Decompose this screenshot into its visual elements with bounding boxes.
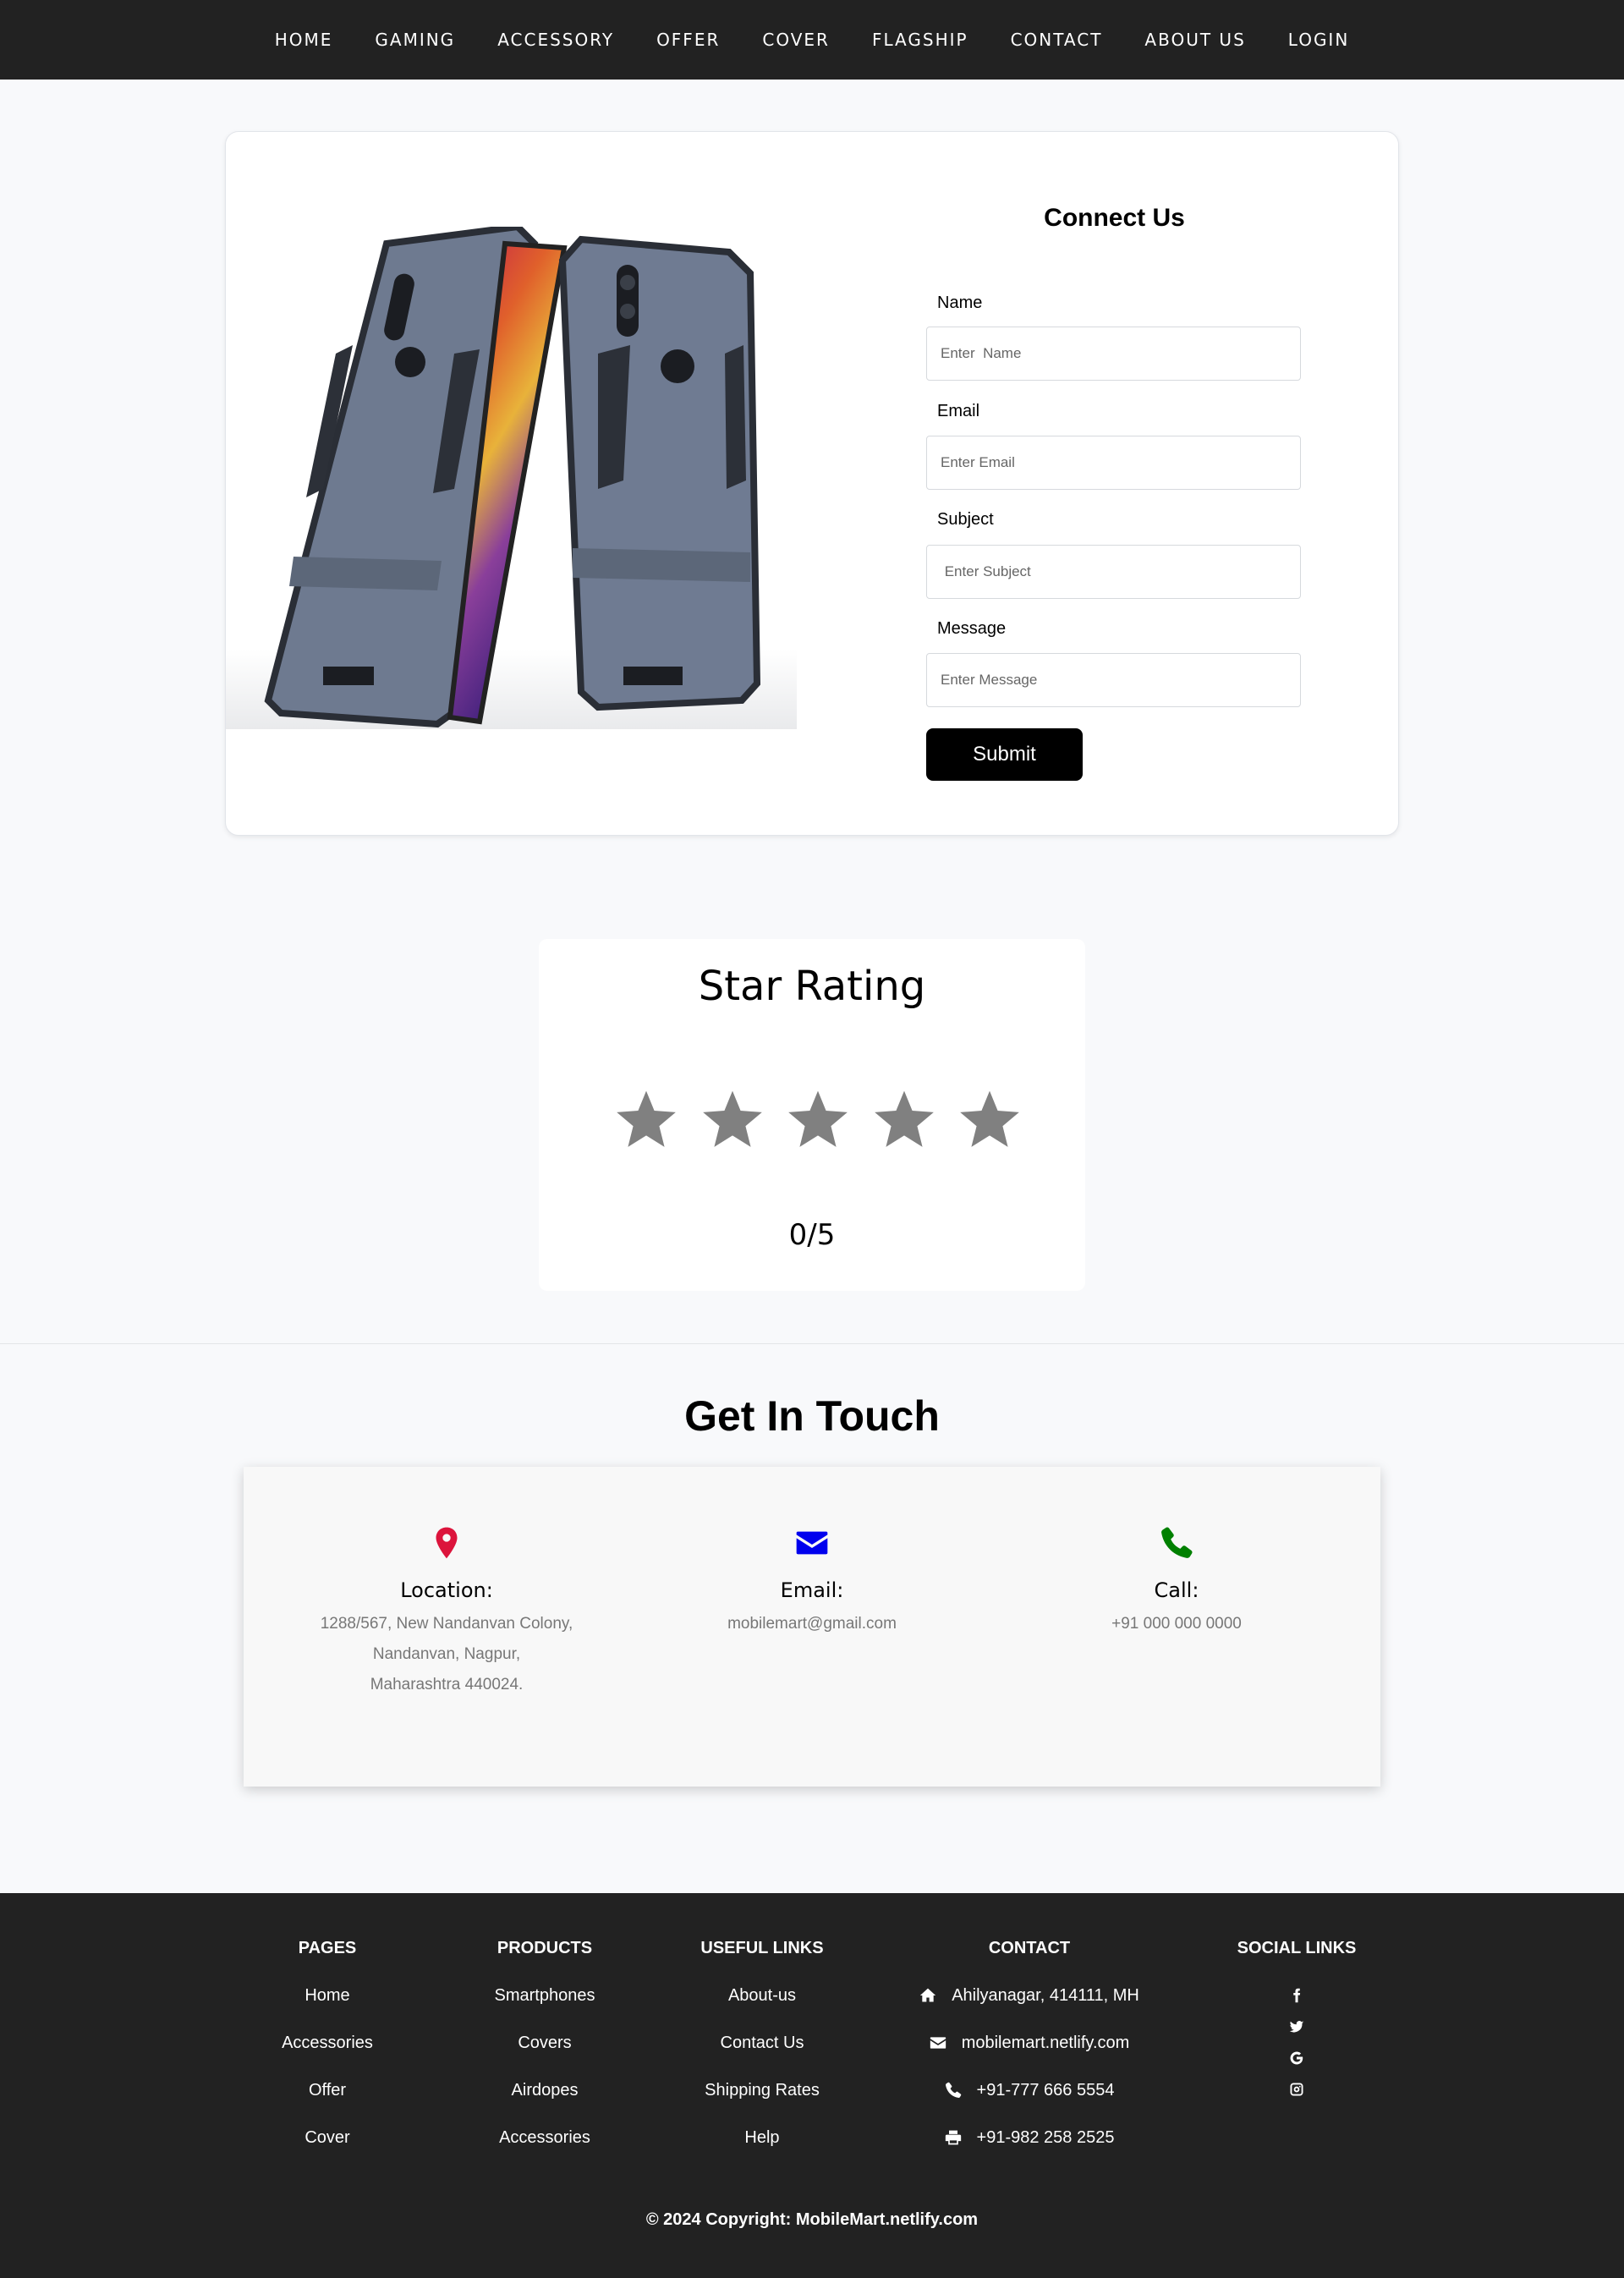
footer-link[interactable]: Accessories: [243, 2019, 412, 2067]
star-rating-card: Star Rating 0/5: [539, 939, 1085, 1291]
site-footer: PAGES Home Accessories Offer Cover PRODU…: [0, 1893, 1624, 2278]
footer-link[interactable]: Contact Us: [678, 2019, 847, 2067]
rating-title: Star Rating: [698, 963, 926, 1010]
call-block: Call: +91 000 000 0000: [999, 1526, 1354, 1639]
envelope-icon: [796, 1531, 828, 1555]
footer-address: Ahilyanagar, 414111, MH: [952, 1985, 1139, 2005]
instagram-icon[interactable]: [1289, 2082, 1304, 2097]
call-heading: Call:: [1154, 1578, 1199, 1602]
section-divider: [0, 1343, 1624, 1344]
footer-contact-row: +91-982 258 2525: [894, 2114, 1165, 2161]
contact-card: Connect Us Name Email Subject Message Su…: [225, 131, 1399, 836]
email-heading: Email:: [780, 1578, 844, 1602]
envelope-icon: [930, 2037, 946, 2049]
nav-contact[interactable]: CONTACT: [1011, 30, 1103, 50]
nav-home[interactable]: HOME: [275, 30, 333, 50]
footer-link[interactable]: Smartphones: [460, 1972, 629, 2019]
submit-button[interactable]: Submit: [926, 728, 1083, 781]
footer-heading: USEFUL LINKS: [700, 1939, 824, 1957]
star-icon[interactable]: [873, 1087, 935, 1150]
address-line: Maharashtra 440024.: [370, 1676, 524, 1693]
footer-heading: PRODUCTS: [497, 1939, 593, 1957]
facebook-icon[interactable]: [1289, 1988, 1304, 2003]
star-icon[interactable]: [958, 1087, 1021, 1150]
address-line: 1288/567, New Nandanvan Colony,: [320, 1615, 573, 1633]
rating-value: 0/5: [788, 1218, 836, 1252]
message-label: Message: [937, 619, 1007, 638]
footer-contact-row: mobilemart.netlify.com: [894, 2019, 1165, 2067]
nav-about-us[interactable]: ABOUT US: [1144, 30, 1245, 50]
call-number[interactable]: +91 000 000 0000: [999, 1609, 1354, 1639]
footer-heading: CONTACT: [988, 1939, 1071, 1957]
phone-case-image: [226, 227, 797, 729]
form-title: Connect Us: [1044, 204, 1185, 232]
footer-link[interactable]: Covers: [460, 2019, 629, 2067]
footer-heading: SOCIAL LINKS: [1237, 1939, 1357, 1957]
footer-email[interactable]: mobilemart.netlify.com: [962, 2034, 1130, 2053]
nav-offer[interactable]: OFFER: [656, 30, 720, 50]
nav-cover[interactable]: COVER: [762, 30, 830, 50]
footer-link[interactable]: Shipping Rates: [678, 2067, 847, 2114]
email-address[interactable]: mobilemart@gmail.com: [634, 1609, 990, 1639]
footer-products: PRODUCTS Smartphones Covers Airdopes Acc…: [460, 1935, 629, 2161]
footer-link[interactable]: Help: [678, 2114, 847, 2161]
nav-flagship[interactable]: FLAGSHIP: [872, 30, 968, 50]
footer-link[interactable]: Cover: [243, 2114, 412, 2161]
subject-label: Subject: [937, 510, 994, 529]
message-input[interactable]: [926, 653, 1301, 707]
footer-link[interactable]: Home: [243, 1972, 412, 2019]
top-navigation: HOME GAMING ACCESSORY OFFER COVER FLAGSH…: [0, 0, 1624, 80]
email-label: Email: [937, 402, 980, 420]
map-pin-icon: [436, 1527, 458, 1559]
copyright-text: © 2024 Copyright: MobileMart.netlify.com: [645, 2210, 979, 2229]
footer-link[interactable]: About-us: [678, 1972, 847, 2019]
footer-link[interactable]: Offer: [243, 2067, 412, 2114]
footer-contact-row: +91-777 666 5554: [894, 2067, 1165, 2114]
nav-accessory[interactable]: ACCESSORY: [497, 30, 614, 50]
phone-icon: [1161, 1527, 1193, 1558]
google-icon[interactable]: [1289, 2050, 1304, 2066]
footer-contact-row: Ahilyanagar, 414111, MH: [894, 1972, 1165, 2019]
footer-phone[interactable]: +91-777 666 5554: [977, 2081, 1115, 2100]
footer-contact: CONTACT Ahilyanagar, 414111, MH mobilema…: [894, 1935, 1165, 2161]
home-icon: [920, 1988, 936, 2002]
email-block: Email: mobilemart@gmail.com: [634, 1526, 990, 1639]
name-label: Name: [937, 294, 983, 312]
footer-pages: PAGES Home Accessories Offer Cover: [243, 1935, 412, 2161]
location-address: 1288/567, New Nandanvan Colony, Nandanva…: [269, 1609, 624, 1700]
printer-icon: [945, 2130, 961, 2145]
phone-icon: [945, 2082, 961, 2098]
location-block: Location: 1288/567, New Nandanvan Colony…: [269, 1526, 624, 1700]
twitter-icon[interactable]: [1289, 2019, 1304, 2034]
subject-input[interactable]: [926, 545, 1301, 599]
footer-link[interactable]: Airdopes: [460, 2067, 629, 2114]
email-input[interactable]: [926, 436, 1301, 490]
nav-gaming[interactable]: GAMING: [375, 30, 455, 50]
footer-fax: +91-982 258 2525: [976, 2127, 1115, 2147]
footer-useful-links: USEFUL LINKS About-us Contact Us Shippin…: [678, 1935, 847, 2161]
star-icon[interactable]: [615, 1087, 678, 1150]
get-in-touch-title: Get In Touch: [684, 1392, 940, 1440]
star-icon[interactable]: [701, 1087, 764, 1150]
get-in-touch-card: Location: 1288/567, New Nandanvan Colony…: [244, 1467, 1380, 1787]
footer-link[interactable]: Accessories: [460, 2114, 629, 2161]
star-icon[interactable]: [787, 1087, 849, 1150]
address-line: Nandanvan, Nagpur,: [372, 1645, 521, 1663]
footer-heading: PAGES: [298, 1939, 357, 1957]
location-heading: Location:: [400, 1578, 493, 1602]
star-row: [615, 1087, 1021, 1150]
footer-social: SOCIAL LINKS: [1212, 1935, 1381, 2113]
name-input[interactable]: [926, 327, 1301, 381]
nav-login[interactable]: LOGIN: [1288, 30, 1350, 50]
